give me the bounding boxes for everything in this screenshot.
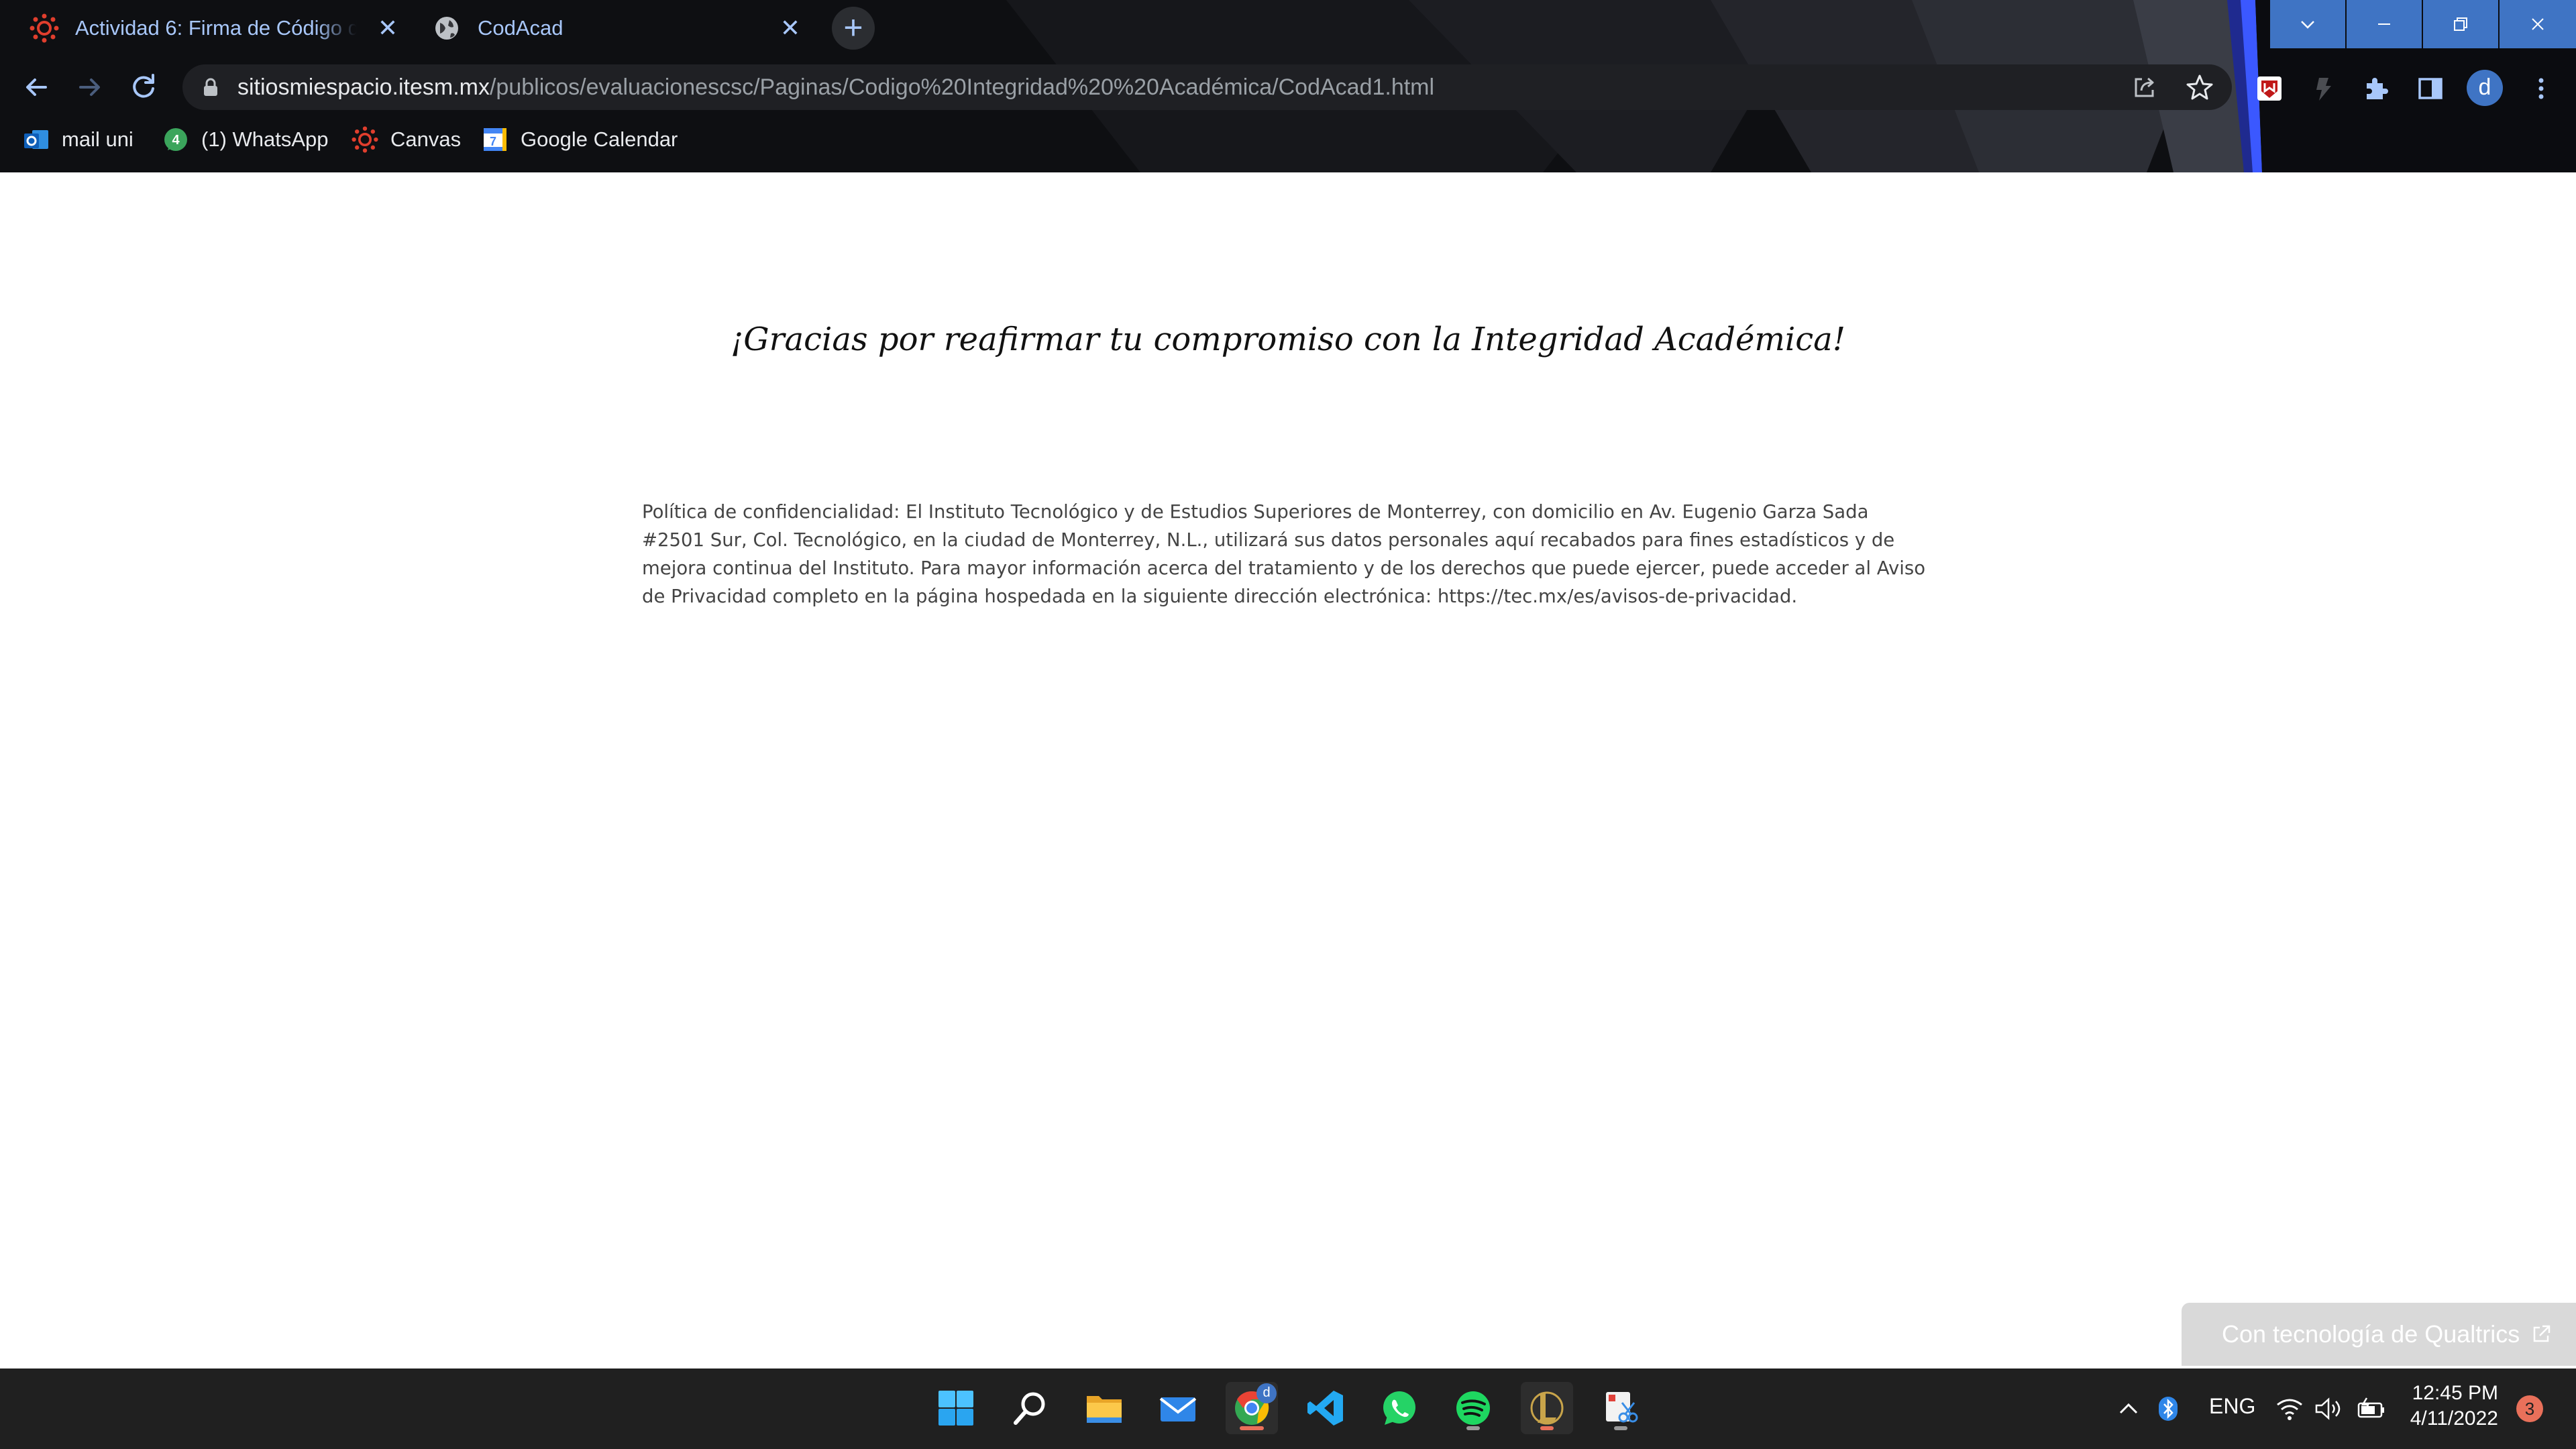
restore-button[interactable] bbox=[2423, 0, 2498, 48]
volume-icon[interactable] bbox=[2314, 1395, 2343, 1422]
calendar-icon: 7 bbox=[484, 128, 506, 151]
privacy-policy-text: Política de confidencialidad: El Institu… bbox=[642, 501, 1926, 607]
bookmark-google-calendar[interactable]: 7 Google Calendar bbox=[482, 125, 678, 154]
lock-icon[interactable] bbox=[201, 77, 220, 97]
url-host: sitiosmiespacio.itesm.mx bbox=[237, 74, 490, 100]
reload-icon[interactable] bbox=[126, 70, 161, 105]
globe-icon bbox=[435, 17, 458, 40]
start-button[interactable] bbox=[930, 1382, 982, 1434]
snipping-tool-button[interactable] bbox=[1595, 1382, 1647, 1434]
file-explorer-icon bbox=[1087, 1396, 1122, 1423]
bookmark-star-icon[interactable] bbox=[2185, 72, 2214, 102]
clock[interactable]: 12:45 PM 4/11/2022 bbox=[2408, 1381, 2498, 1432]
canvas-icon bbox=[30, 13, 59, 43]
external-link-icon bbox=[2534, 1325, 2551, 1342]
browser-chrome: Actividad 6: Firma de Código de ✕ CodAca… bbox=[0, 0, 2576, 172]
show-hidden-icons-chevron-up-icon[interactable] bbox=[2116, 1398, 2141, 1419]
snipping-tool-icon bbox=[1606, 1392, 1638, 1423]
new-tab-button[interactable]: + bbox=[832, 7, 875, 50]
back-arrow-icon[interactable] bbox=[19, 70, 54, 105]
bookmark-whatsapp[interactable]: 4 (1) WhatsApp bbox=[162, 125, 329, 154]
clock-time: 12:45 PM bbox=[2412, 1382, 2498, 1404]
minimize-button[interactable] bbox=[2347, 0, 2422, 48]
bookmark-label: Canvas bbox=[390, 127, 462, 151]
chrome-button[interactable]: d bbox=[1226, 1382, 1278, 1434]
active-app-indicator bbox=[1240, 1426, 1264, 1430]
profile-avatar[interactable]: d bbox=[2467, 70, 2503, 106]
spotify-icon bbox=[1456, 1391, 1490, 1425]
tab-search-button[interactable] bbox=[2270, 0, 2345, 48]
forward-arrow-icon[interactable] bbox=[72, 70, 107, 105]
battery-charging-icon[interactable] bbox=[2355, 1397, 2387, 1421]
mail-icon bbox=[1159, 1397, 1197, 1421]
wifi-icon[interactable] bbox=[2275, 1395, 2304, 1422]
restore-icon bbox=[2454, 17, 2467, 31]
tab-title: CodAcad bbox=[478, 16, 564, 40]
taskbar bbox=[0, 1368, 2576, 1449]
whatsapp-icon bbox=[1383, 1391, 1415, 1425]
bookmark-canvas[interactable]: Canvas bbox=[352, 125, 461, 154]
bookmark-label: mail uni bbox=[62, 127, 133, 151]
minimize-icon bbox=[2378, 23, 2390, 25]
url-path: /publicos/evaluacionescsc/Paginas/Codigo… bbox=[489, 74, 1435, 100]
thank-you-heading: ¡Gracias por reafirmar tu compromiso con… bbox=[730, 321, 1846, 358]
tab-codacad[interactable]: CodAcad ✕ bbox=[402, 0, 810, 56]
svg-text:7: 7 bbox=[490, 135, 496, 148]
close-icon bbox=[2532, 18, 2544, 30]
whatsapp-icon: 4 bbox=[164, 128, 187, 151]
bookmark-label: Google Calendar bbox=[521, 127, 678, 151]
notification-badge[interactable]: 3 bbox=[2516, 1395, 2543, 1422]
file-explorer-button[interactable] bbox=[1078, 1382, 1130, 1434]
outlook-icon bbox=[24, 130, 48, 149]
whatsapp-button[interactable] bbox=[1373, 1382, 1426, 1434]
more-menu-icon[interactable] bbox=[2526, 74, 2556, 103]
tab-activity[interactable]: Actividad 6: Firma de Código de ✕ bbox=[0, 0, 402, 56]
svg-text:4: 4 bbox=[172, 133, 180, 148]
bookmark-mail-uni[interactable]: mail uni bbox=[23, 125, 133, 154]
clock-date: 4/11/2022 bbox=[2410, 1407, 2498, 1430]
address-bar[interactable]: sitiosmiespacio.itesm.mx/publicos/evalua… bbox=[182, 64, 2232, 110]
search-icon bbox=[1014, 1392, 1045, 1425]
chrome-profile-badge: d bbox=[1256, 1383, 1277, 1403]
running-indicator bbox=[1614, 1426, 1627, 1430]
close-tab-icon[interactable]: ✕ bbox=[373, 13, 402, 43]
tab-title: Actividad 6: Firma de Código de bbox=[75, 16, 357, 40]
side-panel-icon[interactable] bbox=[2416, 74, 2445, 103]
close-tab-icon[interactable]: ✕ bbox=[775, 13, 805, 43]
bookmark-label: (1) WhatsApp bbox=[201, 127, 329, 151]
canvas-icon bbox=[352, 126, 378, 153]
extension-disabled-icon[interactable] bbox=[2308, 74, 2338, 103]
chevron-down-icon bbox=[2301, 21, 2314, 29]
qualtrics-badge[interactable]: Con tecnología de Qualtrics bbox=[2182, 1303, 2576, 1366]
language-indicator[interactable]: ENG bbox=[2209, 1394, 2255, 1419]
vscode-button[interactable] bbox=[1299, 1382, 1352, 1434]
running-indicator bbox=[1540, 1426, 1554, 1430]
search-button[interactable] bbox=[1004, 1382, 1057, 1434]
running-indicator bbox=[1466, 1426, 1480, 1430]
spotify-button[interactable] bbox=[1447, 1382, 1499, 1434]
vscode-icon bbox=[1307, 1391, 1343, 1426]
start-icon bbox=[938, 1391, 973, 1426]
mail-button[interactable] bbox=[1152, 1382, 1204, 1434]
close-window-button[interactable] bbox=[2500, 0, 2576, 48]
url-text[interactable]: sitiosmiespacio.itesm.mx/publicos/evalua… bbox=[237, 64, 1434, 110]
bluetooth-icon[interactable] bbox=[2157, 1395, 2179, 1422]
extensions-puzzle-icon[interactable] bbox=[2361, 74, 2391, 103]
league-of-legends-icon bbox=[1530, 1391, 1564, 1425]
mcafee-extension-icon[interactable] bbox=[2255, 74, 2284, 103]
league-of-legends-button[interactable] bbox=[1521, 1382, 1573, 1434]
share-icon[interactable] bbox=[2130, 72, 2159, 102]
qualtrics-badge-label: Con tecnología de Qualtrics bbox=[2222, 1320, 2520, 1348]
